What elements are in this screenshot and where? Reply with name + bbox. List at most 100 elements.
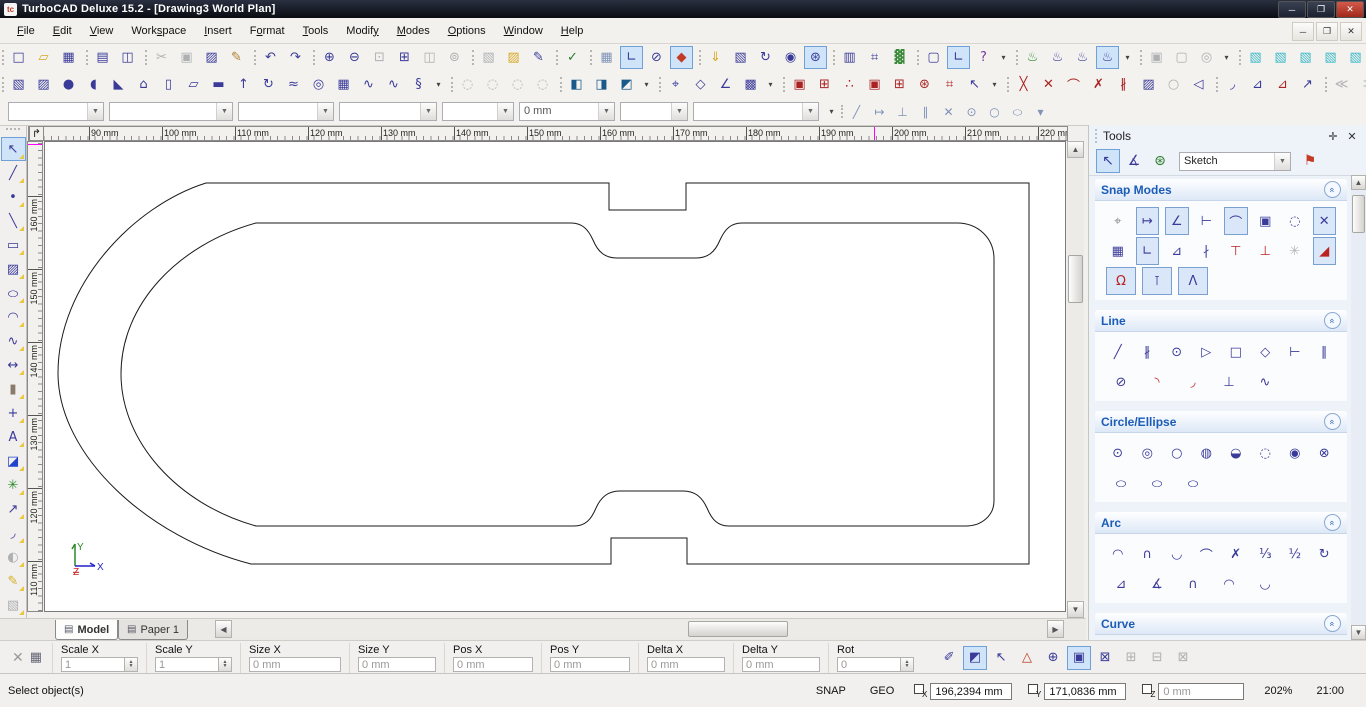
snap-quadrant[interactable]: ▣ xyxy=(1254,207,1278,235)
scroll-down-button[interactable]: ▼ xyxy=(1067,601,1084,618)
pick-reference-point[interactable]: ↖ xyxy=(963,73,986,96)
chevron-down-icon[interactable]: ▼ xyxy=(598,103,614,120)
property-combo-3[interactable]: ▼ xyxy=(238,102,334,121)
pen-width-combo[interactable]: 0 mm▼ xyxy=(519,102,615,121)
toolbar-overflow[interactable]: ▾ xyxy=(997,46,1010,69)
cylinder-3d[interactable]: ▯ xyxy=(157,73,180,96)
lock-group[interactable]: ◎ xyxy=(1195,46,1218,69)
arc-concentric[interactable]: ∩ xyxy=(1136,540,1160,568)
snap-center-point[interactable]: ⊙ xyxy=(961,101,982,122)
chevron-down-icon[interactable]: ▼ xyxy=(1274,153,1290,170)
collapse-chevron-icon[interactable]: « xyxy=(1324,514,1341,531)
cross-meet[interactable]: ✗ xyxy=(1087,73,1110,96)
chamfer[interactable]: ⊿ xyxy=(1246,73,1269,96)
open-drawing[interactable]: ▱ xyxy=(32,46,55,69)
collapse-chevron-icon[interactable]: « xyxy=(1324,413,1341,430)
wireframe-render[interactable]: ♨ xyxy=(1021,46,1044,69)
polyline-tool[interactable]: ╲ xyxy=(1,209,26,233)
ops-3d-tool[interactable]: ▧ xyxy=(1,593,26,617)
close-button[interactable]: ✕ xyxy=(1336,1,1364,18)
print-preview[interactable]: ◫ xyxy=(116,46,139,69)
field-value[interactable]: 0 mm xyxy=(742,657,820,672)
split-entity[interactable]: ≪ xyxy=(1330,73,1353,96)
offset[interactable]: ↗ xyxy=(1296,73,1319,96)
facet-union[interactable]: ◌ xyxy=(456,73,479,96)
arc-double-point[interactable]: ∩ xyxy=(1178,570,1208,598)
field-value[interactable]: 0 mm xyxy=(358,657,436,672)
sphere-3d[interactable]: ● xyxy=(57,73,80,96)
rotated-ellipse[interactable]: ○ xyxy=(1142,469,1172,497)
snap-intersection[interactable]: ✕ xyxy=(1313,207,1337,235)
snap-horizontal[interactable]: ⊥ xyxy=(1254,237,1278,265)
axis-toggle[interactable]: ∟ xyxy=(620,46,643,69)
arc-start-end-included[interactable]: ◡ xyxy=(1165,540,1189,568)
parallel-meet[interactable]: ∦ xyxy=(1112,73,1135,96)
sketch-style-combo[interactable]: Sketch▼ xyxy=(1179,152,1291,171)
rotated-box-3d[interactable]: ▨ xyxy=(32,73,55,96)
snap-facet[interactable]: ◢ xyxy=(1313,237,1337,265)
fillet[interactable]: ◞ xyxy=(1221,73,1244,96)
irregular-polygon[interactable]: ▷ xyxy=(1195,338,1219,366)
workplane-by-angle[interactable]: ∠ xyxy=(714,73,737,96)
make-group[interactable]: ▣ xyxy=(1145,46,1168,69)
rotate-handles-toggle[interactable]: ⊟ xyxy=(1145,646,1169,670)
snap-parallel[interactable]: ∥ xyxy=(915,101,936,122)
circle-tool[interactable]: ○ xyxy=(1162,73,1185,96)
help-book[interactable]: ? xyxy=(972,46,995,69)
chevron-down-icon[interactable]: ▼ xyxy=(87,103,103,120)
view-back[interactable]: ▧ xyxy=(1294,46,1317,69)
snap-vertex[interactable]: ∠ xyxy=(1165,207,1189,235)
collapse-chevron-icon[interactable]: « xyxy=(1324,312,1341,329)
polar-tracking-toggle[interactable]: ↖ xyxy=(989,646,1013,670)
wedge-3d[interactable]: ◣ xyxy=(107,73,130,96)
snap-circle[interactable]: ○ xyxy=(984,101,1005,122)
cancel-icon[interactable]: ✕ xyxy=(12,650,24,666)
panel-world-tool[interactable]: ⊛ xyxy=(1148,149,1172,173)
menu-file[interactable]: File xyxy=(8,20,44,42)
undo[interactable]: ↶ xyxy=(259,46,282,69)
workplane-by-points[interactable]: ◇ xyxy=(689,73,712,96)
selector-2d-toggle[interactable]: ▣ xyxy=(1067,646,1091,670)
horizontal-scroll-thumb[interactable] xyxy=(688,621,788,637)
curve-tool[interactable]: ∿ xyxy=(1,329,26,353)
ellipse-fixed-ratio[interactable]: ○ xyxy=(1178,469,1208,497)
palette-scroll-down[interactable]: ▼ xyxy=(1351,625,1366,640)
field-value[interactable]: 0 mm xyxy=(249,657,341,672)
line-tool[interactable]: ╱ xyxy=(1,161,26,185)
menu-window[interactable]: Window xyxy=(495,20,552,42)
arc-fixed-ratio[interactable]: ◡ xyxy=(1250,570,1280,598)
line-single[interactable]: ╱ xyxy=(1106,338,1130,366)
primitives-overflow[interactable]: ▾ xyxy=(432,73,445,96)
circle-concentric[interactable]: ◎ xyxy=(1136,439,1160,467)
restore-button[interactable]: ❐ xyxy=(1307,1,1335,18)
format-display[interactable]: ▓ xyxy=(888,46,911,69)
sheet-tab-model[interactable]: ▤Model xyxy=(55,620,118,640)
hidden-line-render[interactable]: ♨ xyxy=(1046,46,1069,69)
box-3d[interactable]: ▧ xyxy=(7,73,30,96)
shear-handles-toggle[interactable]: ⊠ xyxy=(1171,646,1195,670)
x-coordinate-field[interactable]: 196,2394 mm xyxy=(930,683,1012,700)
line-perpendicular[interactable]: ⊢ xyxy=(1283,338,1307,366)
rotated-rectangle[interactable]: ◇ xyxy=(1254,338,1278,366)
hatch-pattern[interactable]: ▩ xyxy=(739,73,762,96)
line-double[interactable]: ∦ xyxy=(1136,338,1160,366)
property-bar-overflow[interactable]: ▾ xyxy=(825,100,838,123)
panel-style-tool[interactable]: ⚑ xyxy=(1298,149,1322,173)
circle-tangent-2-lines[interactable]: ⊗ xyxy=(1313,439,1337,467)
break-entity[interactable]: ‡ xyxy=(1355,73,1366,96)
arc-tangent-to-line[interactable]: ⊿ xyxy=(1106,570,1136,598)
scroll-left-button[interactable]: ◀ xyxy=(215,620,232,638)
workplane-overflow[interactable]: ▾ xyxy=(764,73,777,96)
fit-linear-copy[interactable]: ⊞ xyxy=(813,73,836,96)
extrude[interactable]: ↑ xyxy=(232,73,255,96)
relative-coordinates-toggle[interactable]: ◩ xyxy=(963,646,987,670)
page-setup[interactable]: ▢ xyxy=(922,46,945,69)
facet-slice[interactable]: ◌ xyxy=(531,73,554,96)
snap-indicator[interactable]: SNAP xyxy=(804,685,858,697)
zoom-window[interactable]: ⊡ xyxy=(368,46,391,69)
property-combo-7[interactable]: ▼ xyxy=(620,102,688,121)
render-overflow[interactable]: ▾ xyxy=(1121,46,1134,69)
close-icon[interactable]: ✕ xyxy=(1344,128,1360,144)
chamfer-distance[interactable]: ⊿ xyxy=(1271,73,1294,96)
arc-rotated[interactable]: ◠ xyxy=(1214,570,1244,598)
